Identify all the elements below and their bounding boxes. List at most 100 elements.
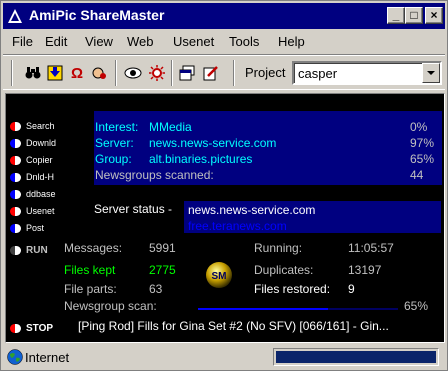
sidebar-item-downld[interactable]: Downld [10,136,56,150]
toolbar: Ω Project casper [3,54,445,90]
toolbar-separator [11,60,13,86]
menu-file[interactable]: File [12,34,33,49]
download-icon[interactable] [45,63,65,83]
server-value: news.news-service.com [149,136,277,150]
info-box: Interest: MMedia 0% Server: news.news-se… [94,111,442,185]
duplicates-value: 13197 [348,263,382,277]
menu-bar: File Edit View Web Usenet Tools Help [3,31,445,53]
project-value: casper [298,66,338,81]
messages-label: Messages: [64,241,123,255]
status-progress-bar [273,348,439,366]
status-dot-icon [10,206,21,216]
window-title: AmiPic ShareMaster [29,7,165,23]
duplicates-label: Duplicates: [254,263,314,277]
file-parts-label: File parts: [64,282,117,296]
title-bar: AmiPic ShareMaster _ □ × [3,3,445,29]
globe-icon [7,349,23,365]
chevron-down-icon [427,71,435,75]
project-dropdown-button[interactable] [422,63,440,83]
sidebar-item-post[interactable]: Post [10,221,44,235]
server-status-item[interactable]: free.teranews.com [188,219,287,233]
scan-percent: 65% [404,299,429,313]
status-dot-icon [10,172,21,182]
app-icon [7,8,23,24]
logo-text: SM [212,271,227,282]
sun-icon[interactable] [147,63,167,83]
binoculars-icon[interactable] [23,63,43,83]
menu-view[interactable]: View [85,34,113,49]
stop-label: STOP [26,322,54,334]
menu-web[interactable]: Web [127,34,154,49]
maximize-icon: □ [410,8,418,22]
running-label: Running: [254,241,303,255]
toolbar-separator [115,60,117,86]
sidebar-item-label: Dnld-H [26,172,55,182]
sidebar-item-label: Copier [26,155,53,165]
server-status-item[interactable]: news.news-service.com [188,203,315,217]
toolbar-separator [233,60,235,86]
scan-label: Newsgroup scan: [64,299,157,313]
sidebar-item-label: Usenet [26,206,55,216]
file-parts-value: 63 [149,282,163,296]
sidebar-item-search[interactable]: Search [10,119,55,133]
maximize-button[interactable]: □ [405,7,423,24]
run-button[interactable]: RUN [10,243,48,257]
server-status-list: news.news-service.com free.teranews.com [184,201,441,233]
interest-label: Interest: [95,120,139,134]
group-value: alt.binaries.pictures [149,152,253,166]
stop-button[interactable]: STOP [10,321,53,335]
status-dot-icon [10,155,21,165]
group-label: Group: [95,152,132,166]
running-value: 11:05:57 [348,241,394,255]
current-file-text: [Ping Rod] Fills for Gina Set #2 (No SFV… [78,319,389,333]
sidebar-item-ddbase[interactable]: ddbase [10,187,56,201]
scanned-value: 44 [410,168,424,182]
restored-label: Files restored: [254,282,331,296]
files-kept-value: 2775 [149,263,176,277]
sidebar-item-label: Post [26,223,45,233]
status-bar: Internet [3,346,445,368]
eye-icon[interactable] [123,63,143,83]
scan-progress-bar [198,308,398,310]
project-select[interactable]: casper [292,61,442,85]
sidebar-item-label: Search [26,121,55,131]
project-label: Project [245,65,286,80]
sidebar-item-usenet[interactable]: Usenet [10,204,55,218]
sidebar-item-label: Downld [26,138,57,148]
status-dot-icon [10,121,21,131]
windows-icon[interactable] [177,63,197,83]
sidebar-item-label: ddbase [26,189,56,199]
server-percent: 97% [410,136,435,150]
status-dot-icon [10,245,21,255]
hand-icon[interactable] [89,63,109,83]
sharemaster-logo-icon: SM [206,262,232,288]
close-icon: × [430,8,438,22]
status-progress-fill [276,351,436,363]
menu-usenet[interactable]: Usenet [173,34,214,49]
status-zone-text: Internet [25,350,70,365]
sidebar-item-copier[interactable]: Copier [10,153,53,167]
sidebar-item-dnld-h[interactable]: Dnld-H [10,170,54,184]
server-status-label: Server status - [94,202,173,216]
status-dot-icon [10,138,21,148]
files-kept-label: Files kept [64,263,116,277]
minimize-button[interactable]: _ [387,7,405,24]
app-window: AmiPic ShareMaster _ □ × File Edit View … [0,0,448,371]
interest-value: MMedia [149,120,192,134]
server-label: Server: [95,136,134,150]
minimize-icon: _ [392,8,400,22]
scan-progress-fill [198,308,328,310]
menu-edit[interactable]: Edit [45,34,67,49]
run-label: RUN [26,244,48,256]
close-button[interactable]: × [425,7,443,24]
scanned-label: Newsgroups scanned: [95,168,214,182]
restored-value: 9 [348,282,355,296]
main-panel: Search Downld Copier Dnld-H ddbase Usene… [5,93,445,343]
status-dot-icon [10,189,21,199]
status-dot-icon [10,323,21,333]
edit-icon[interactable] [201,63,221,83]
group-percent: 65% [410,152,435,166]
omega-icon[interactable]: Ω [67,63,87,83]
menu-tools[interactable]: Tools [229,34,259,49]
menu-help[interactable]: Help [278,34,305,49]
